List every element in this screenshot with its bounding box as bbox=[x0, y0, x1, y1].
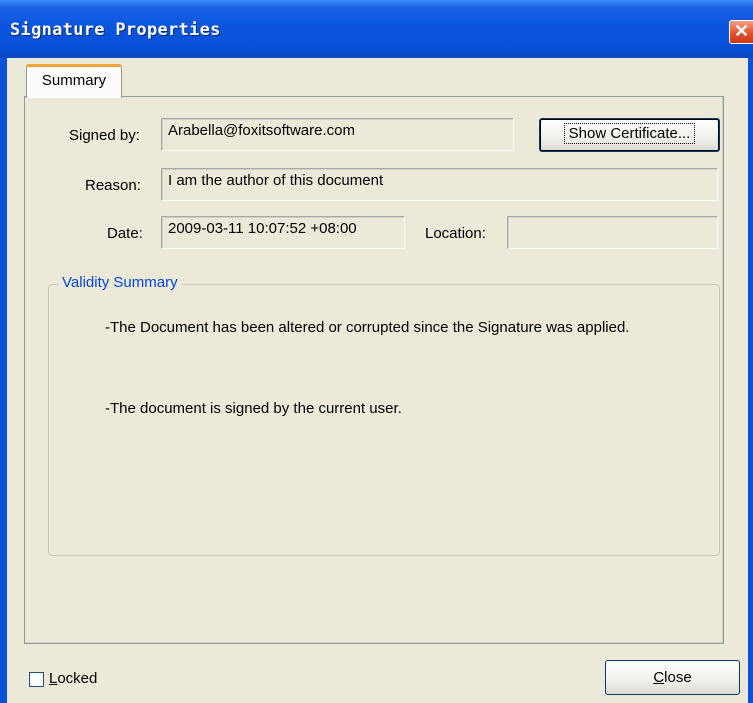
validity-summary-legend: Validity Summary bbox=[58, 274, 182, 291]
signed-by-label: Signed by: bbox=[69, 127, 140, 144]
reason-label: Reason: bbox=[85, 177, 141, 194]
date-label: Date: bbox=[107, 225, 143, 242]
date-field: 2009-03-11 10:07:52 +08:00 bbox=[161, 216, 405, 249]
reason-field: I am the author of this document bbox=[161, 168, 718, 201]
validity-message-altered: -The Document has been altered or corrup… bbox=[105, 319, 630, 336]
close-label-rest: lose bbox=[664, 669, 692, 686]
locked-label-rest: ocked bbox=[57, 670, 98, 687]
signature-properties-dialog: Signature Properties ✕ Summary Signed by… bbox=[0, 0, 753, 703]
locked-label[interactable]: Locked bbox=[49, 670, 97, 687]
location-label: Location: bbox=[425, 225, 486, 242]
title-bar[interactable]: Signature Properties ✕ bbox=[0, 0, 753, 58]
window-title: Signature Properties bbox=[10, 20, 221, 40]
location-field bbox=[507, 216, 718, 249]
tab-summary[interactable]: Summary bbox=[26, 64, 122, 98]
show-certificate-label: Show Certificate... bbox=[563, 123, 696, 144]
window-frame-left bbox=[0, 58, 7, 703]
validity-message-signed-by-user: -The document is signed by the current u… bbox=[105, 400, 402, 417]
signed-by-field: Arabella@foxitsoftware.com bbox=[161, 118, 514, 151]
close-window-icon[interactable]: ✕ bbox=[729, 20, 753, 44]
show-certificate-button[interactable]: Show Certificate... bbox=[539, 118, 720, 152]
locked-checkbox[interactable] bbox=[29, 672, 44, 687]
close-label-mnemonic: C bbox=[653, 669, 665, 686]
close-button[interactable]: Close bbox=[605, 660, 740, 695]
window-frame-right bbox=[748, 58, 753, 703]
